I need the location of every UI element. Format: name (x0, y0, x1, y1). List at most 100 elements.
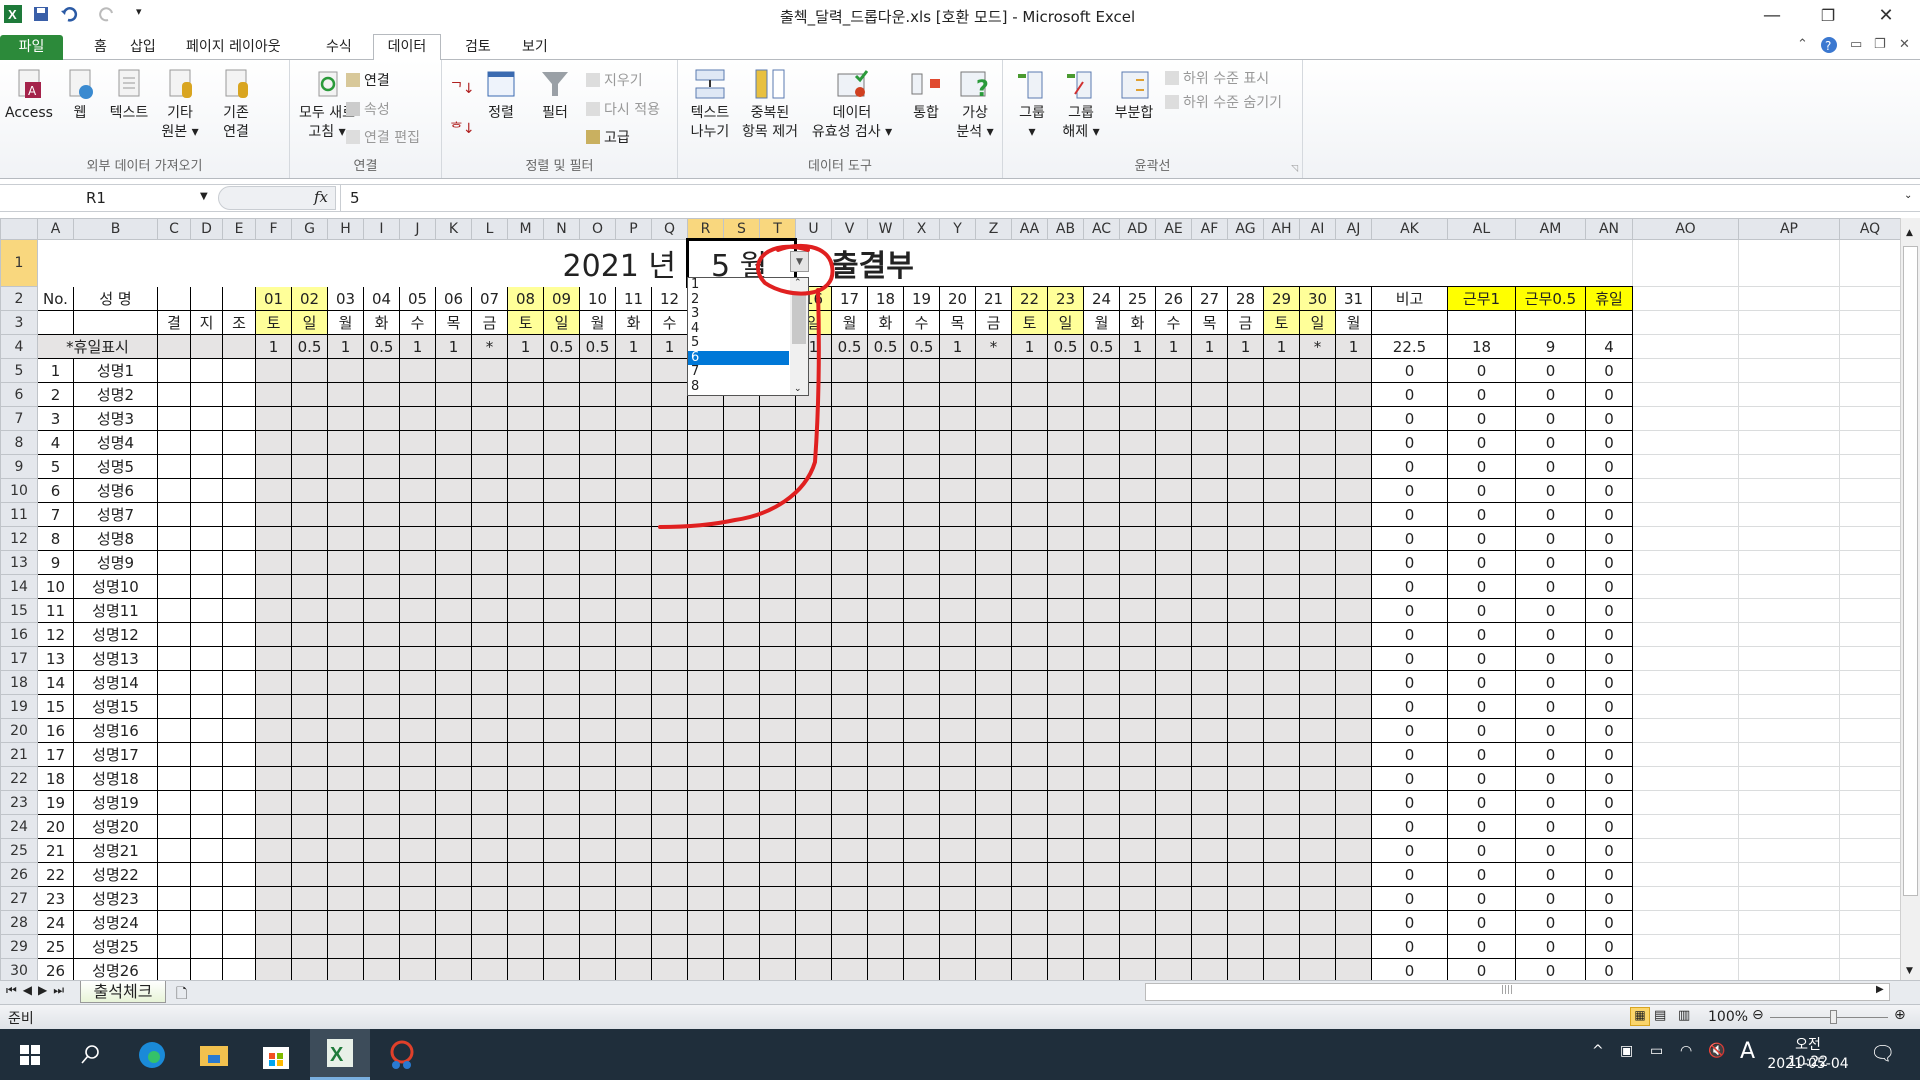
total-cell[interactable]: 0 (1447, 910, 1516, 935)
row-header-5[interactable]: 5 (0, 358, 38, 383)
attendance-cell[interactable] (795, 526, 832, 551)
column-header-AJ[interactable]: AJ (1335, 218, 1372, 240)
total-cell[interactable]: 0 (1515, 910, 1586, 935)
weekday-header[interactable]: 월 (327, 310, 364, 335)
cell[interactable] (1632, 334, 1739, 359)
attendance-cell[interactable] (759, 862, 796, 887)
cell[interactable] (1738, 718, 1840, 743)
day-header[interactable]: 18 (867, 286, 904, 311)
name-box-dropdown-icon[interactable]: ▼ (200, 191, 208, 202)
attendance-cell[interactable] (471, 910, 508, 935)
weekday-header[interactable]: 월 (1335, 310, 1372, 335)
attendance-cell[interactable] (291, 526, 328, 551)
attendance-cell[interactable] (1119, 430, 1156, 455)
day-header[interactable]: 06 (435, 286, 472, 311)
cell[interactable] (1632, 430, 1739, 455)
attendance-cell[interactable] (1011, 454, 1048, 479)
holiday-value[interactable]: 1 (1155, 334, 1192, 359)
total-cell[interactable]: 0 (1515, 958, 1586, 980)
attendance-cell[interactable] (579, 742, 616, 767)
attendance-cell[interactable] (1227, 550, 1264, 575)
weekday-header[interactable]: 토 (1011, 310, 1048, 335)
attendance-cell[interactable] (435, 358, 472, 383)
cell[interactable] (222, 478, 256, 503)
row-header-29[interactable]: 29 (0, 934, 38, 959)
attendance-cell[interactable] (1335, 598, 1372, 623)
attendance-cell[interactable] (1155, 622, 1192, 647)
attendance-cell[interactable] (687, 502, 724, 527)
header-work1[interactable]: 근무1 (1447, 286, 1516, 311)
attendance-cell[interactable] (867, 886, 904, 911)
attendance-cell[interactable] (363, 718, 400, 743)
member-name[interactable]: 성명17 (73, 742, 158, 767)
attendance-cell[interactable] (903, 454, 940, 479)
column-header-AO[interactable]: AO (1632, 218, 1739, 240)
tab-insert[interactable]: 삽입 (120, 35, 166, 60)
attendance-cell[interactable] (363, 862, 400, 887)
attendance-cell[interactable] (975, 502, 1012, 527)
cell[interactable] (1632, 694, 1739, 719)
attendance-cell[interactable] (1191, 574, 1228, 599)
attendance-cell[interactable] (1119, 358, 1156, 383)
cell[interactable] (1839, 742, 1900, 767)
attendance-cell[interactable] (1047, 574, 1084, 599)
attendance-cell[interactable] (1263, 862, 1300, 887)
member-name[interactable]: 성명5 (73, 454, 158, 479)
attendance-cell[interactable] (291, 454, 328, 479)
attendance-cell[interactable] (363, 910, 400, 935)
cell[interactable] (157, 406, 191, 431)
zoom-slider[interactable] (1770, 1017, 1888, 1018)
cell[interactable] (157, 958, 191, 980)
attendance-cell[interactable] (435, 670, 472, 695)
attendance-cell[interactable] (1191, 718, 1228, 743)
attendance-cell[interactable] (831, 886, 868, 911)
cell[interactable] (157, 694, 191, 719)
attendance-cell[interactable] (543, 838, 580, 863)
attendance-cell[interactable] (471, 598, 508, 623)
attendance-cell[interactable] (723, 574, 760, 599)
cell[interactable] (1839, 814, 1900, 839)
attendance-cell[interactable] (939, 694, 976, 719)
cell[interactable] (1632, 358, 1739, 383)
total-cell[interactable]: 0 (1515, 622, 1586, 647)
cell[interactable] (157, 574, 191, 599)
weekday-header[interactable]: 일 (1047, 310, 1084, 335)
attendance-cell[interactable] (471, 478, 508, 503)
total-cell[interactable]: 0 (1371, 694, 1448, 719)
attendance-cell[interactable] (1155, 574, 1192, 599)
attendance-cell[interactable] (1011, 958, 1048, 980)
attendance-cell[interactable] (795, 862, 832, 887)
attendance-cell[interactable] (1299, 718, 1336, 743)
attendance-cell[interactable] (1119, 550, 1156, 575)
column-header-AM[interactable]: AM (1515, 218, 1586, 240)
cell[interactable] (1515, 310, 1586, 335)
cell[interactable] (222, 406, 256, 431)
attendance-cell[interactable] (1155, 646, 1192, 671)
attendance-cell[interactable] (1119, 670, 1156, 695)
attendance-cell[interactable] (579, 382, 616, 407)
year-title[interactable]: 2021 년 (38, 240, 688, 287)
cell[interactable] (1839, 622, 1900, 647)
cell[interactable] (1839, 430, 1900, 455)
weekday-header[interactable]: 토 (507, 310, 544, 335)
attendance-cell[interactable] (399, 622, 436, 647)
attendance-cell[interactable] (795, 718, 832, 743)
attendance-cell[interactable] (1335, 742, 1372, 767)
cell[interactable] (157, 838, 191, 863)
attendance-cell[interactable] (327, 742, 364, 767)
total-cell[interactable]: 0 (1585, 622, 1633, 647)
attendance-cell[interactable] (1227, 694, 1264, 719)
attendance-cell[interactable] (1335, 478, 1372, 503)
attendance-cell[interactable] (507, 862, 544, 887)
cell[interactable] (1738, 406, 1840, 431)
attendance-cell[interactable] (939, 646, 976, 671)
attendance-cell[interactable] (363, 478, 400, 503)
total-cell[interactable]: 0 (1371, 670, 1448, 695)
attendance-cell[interactable] (435, 406, 472, 431)
cell[interactable] (190, 454, 223, 479)
attendance-cell[interactable] (1299, 430, 1336, 455)
attendance-cell[interactable] (831, 358, 868, 383)
cell[interactable] (1632, 239, 1739, 287)
attendance-cell[interactable] (363, 550, 400, 575)
cell[interactable] (1632, 550, 1739, 575)
